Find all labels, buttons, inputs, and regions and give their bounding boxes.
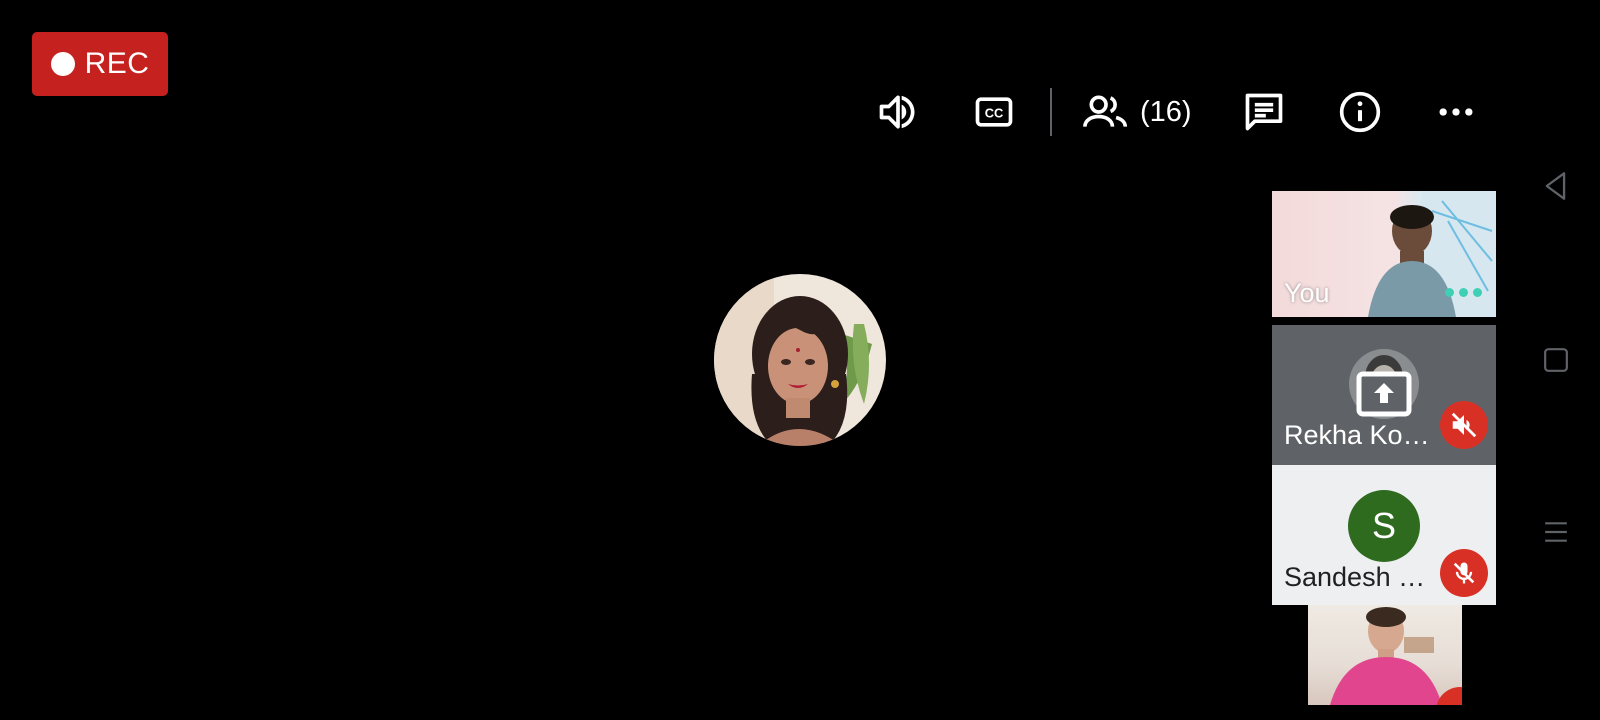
mic-off-icon (1453, 562, 1475, 584)
system-menu-button[interactable] (1540, 516, 1572, 548)
closed-captions-icon: CC (975, 97, 1013, 127)
participant-photo (714, 274, 886, 446)
speaking-indicator (1445, 288, 1482, 297)
chat-icon (1245, 93, 1283, 131)
participant-video (1330, 607, 1442, 705)
system-home-button[interactable] (1540, 344, 1572, 376)
participant-tile-partial[interactable] (1308, 605, 1462, 705)
meeting-info-button[interactable] (1334, 86, 1386, 138)
info-icon (1339, 91, 1381, 133)
toolbar-divider (1050, 88, 1052, 136)
participant-tile-self[interactable]: You (1272, 191, 1496, 317)
volume-up-icon (879, 95, 915, 129)
participant-tile-rekha[interactable]: Rekha Ko… (1272, 325, 1496, 465)
more-options-button[interactable] (1430, 86, 1482, 138)
participant-tile-sandesh[interactable]: S Sandesh … (1272, 465, 1496, 605)
chat-button[interactable] (1238, 86, 1290, 138)
speaker-toggle-button[interactable] (872, 86, 924, 138)
more-horizontal-icon (1439, 108, 1473, 116)
participants-button[interactable]: (16) (1082, 86, 1192, 138)
people-icon (1083, 95, 1128, 127)
speaker-muted-icon (1451, 412, 1477, 438)
participant-name: You (1284, 278, 1330, 308)
audio-muted-badge (1440, 401, 1488, 449)
present-screen-icon (1356, 371, 1412, 417)
svg-text:CC: CC (985, 106, 1004, 121)
home-square-icon (1544, 348, 1568, 372)
participant-name: Rekha Ko… (1284, 420, 1430, 450)
recording-badge: REC (32, 32, 168, 96)
record-dot-icon (50, 52, 75, 76)
participant-name: Sandesh … (1284, 562, 1426, 592)
active-speaker-avatar (714, 274, 886, 446)
captions-button[interactable]: CC (968, 86, 1020, 138)
back-triangle-icon (1545, 172, 1566, 200)
participant-initial-avatar: S (1348, 490, 1420, 562)
mic-muted-badge (1440, 549, 1488, 597)
menu-lines-icon (1545, 522, 1567, 542)
participant-count: (16) (1140, 95, 1192, 128)
recording-label: REC (84, 47, 150, 80)
system-back-button[interactable] (1540, 170, 1572, 202)
